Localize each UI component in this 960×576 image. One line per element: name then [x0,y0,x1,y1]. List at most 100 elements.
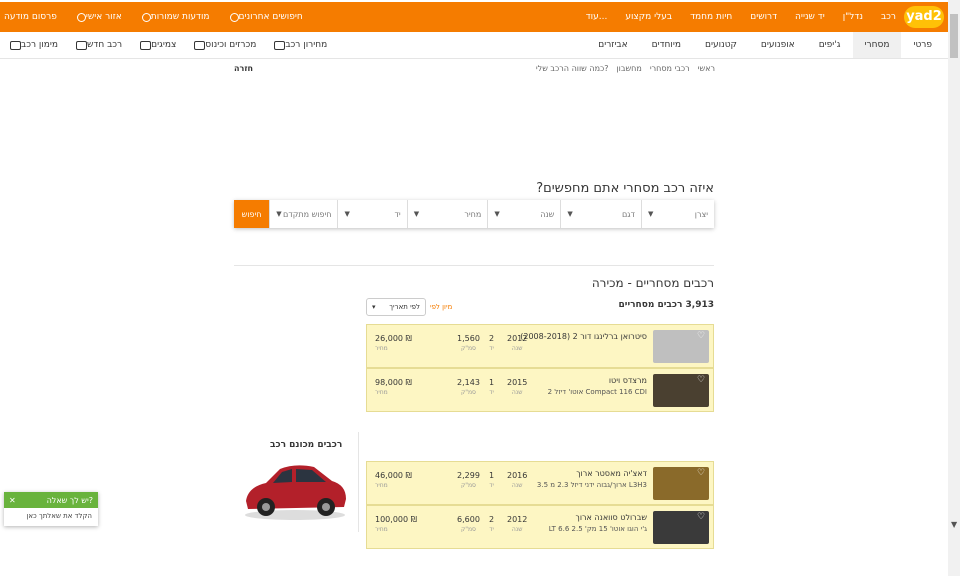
heart-icon[interactable]: ♡ [697,513,706,522]
nav-item-secondhand[interactable]: יד שנייה [795,12,825,22]
year-caption: שנה [511,389,523,396]
km-caption: סמ"ק [460,526,476,533]
nav-item-jobs[interactable]: דרושים [750,12,777,22]
advanced-search-select[interactable]: חיפוש מתקדם ▼ [269,200,337,228]
list-item[interactable]: ♡ דאצ'יה מאסטר ארוך L3H3 ארוך/גבוה ידני … [366,461,714,505]
nav-item-more[interactable]: עוד... [586,12,608,22]
list-item[interactable]: ♡ מרצדס ויטו Compact 116 CDI אוטו' דיזל … [366,368,714,412]
list-item[interactable]: ♡ סיטרואן ברלינגו דור 2 (2008-2018) 2012… [366,324,714,368]
scroll-down-icon[interactable]: ▼ [951,520,957,529]
financing-link[interactable]: מימון רכב [6,40,58,50]
year-caption: שנה [511,345,523,352]
nav-item-professionals[interactable]: בעלי מקצוע [625,12,672,22]
tab-motorcycles[interactable]: אופנועים [749,32,807,58]
saved-ads-button[interactable]: מודעות שמורות [138,12,210,22]
price-col: 98,000 ₪ מחיר [375,378,412,396]
auctions-link[interactable]: מכרזים וכינוס [190,40,256,50]
tab-scooters[interactable]: קטנועים [693,32,749,58]
hand-value: 2 [489,334,495,343]
chat-header-label: יש לך שאלה? [46,495,93,505]
chevron-down-icon: ▼ [567,210,573,218]
km-col: 6,600 סמ"ק [457,515,480,533]
breadcrumb-calculator[interactable]: מחשבון [617,64,642,73]
vehicle-title: מרצדס ויטו [608,376,647,385]
category-subnav: פרטי מסחרי ג'יפים אופנועים קטנועים מיוחד… [0,32,948,59]
year-caption: שנה [511,482,523,489]
year-select[interactable]: שנה ▼ [487,200,560,228]
sort-label: מיון לפי [430,303,453,311]
nav-item-vehicles[interactable]: רכב [881,12,896,22]
chevron-down-icon: ▼ [494,210,500,218]
search-title: איזה רכב מסחרי אתם מחפשים? [536,181,714,196]
pricelist-label: מחירון רכב [285,40,328,50]
featured-car-image[interactable] [240,455,350,523]
hand-caption: יד [489,526,494,533]
tab-accessories[interactable]: אביזרים [586,32,639,58]
hand-col: 2 יד [489,515,494,533]
manufacturer-label: יצרן [694,209,708,219]
search-box: יצרן ▼ דגם ▼ שנה ▼ מחיר ▼ יד ▼ חיפוש מתקדם ▼ ח… [233,200,714,228]
tab-special[interactable]: מיוחדים [640,32,693,58]
price-caption: מחיר [375,345,388,352]
nav-item-pets[interactable]: חיות מחמד [690,12,732,22]
breadcrumb-home[interactable]: ראשי [698,64,715,73]
hand-col: 1 יד [489,471,494,489]
tires-link[interactable]: צמיגים [136,40,176,50]
tab-jeeps[interactable]: ג'יפים [807,32,853,58]
scrollbar-thumb[interactable] [950,14,958,58]
chat-input[interactable]: הקלד את שאלתך כאן [4,508,98,524]
km-caption: סמ"ק [460,345,476,352]
breadcrumb-commercial[interactable]: רכבי מסחרי [650,64,690,73]
search-button[interactable]: חיפוש [233,200,270,228]
tab-commercial[interactable]: מסחרי [852,32,902,58]
price-col: 46,000 ₪ מחיר [375,471,412,489]
year-col: 2012 שנה [507,515,527,533]
nav-item-realestate[interactable]: נדל"ן [843,12,863,22]
sort-select[interactable]: לפי תאריך ▾ [366,298,426,316]
hand-select[interactable]: יד ▼ [337,200,406,228]
vehicle-tools: מימון רכב רכב חדש צמיגים מכרזים וכינוס מ… [6,32,341,58]
hand-value: 1 [489,378,495,387]
manufacturer-select[interactable]: יצרן ▼ [640,200,714,228]
list-item[interactable]: ♡ שברולט סוואנה ארוך ג'י הוגו אוטו' 15 מ… [366,505,714,549]
car-icon [76,40,88,50]
sort-value: לפי תאריך [389,303,420,311]
hand-value: 2 [489,515,495,524]
km-value: 2,299 [457,471,480,480]
advanced-search-label: חיפוש מתקדם [283,209,332,219]
heart-icon[interactable]: ♡ [697,332,706,341]
breadcrumb: ראשי רכבי מסחרי מחשבון כמה שווה הרכב שלי… [505,64,715,73]
model-select[interactable]: דגם ▼ [560,200,641,228]
hand-caption: יד [489,389,494,396]
chat-header[interactable]: יש לך שאלה? ✕ [4,492,98,508]
vehicle-subtitle: Compact 116 CDI אוטו' דיזל 2 [547,388,647,396]
post-ad-button[interactable]: פרסום מודעה [4,12,57,22]
pricelist-icon [274,40,286,50]
auctions-label: מכרזים וכינוס [205,40,257,50]
vehicle-subtitle: L3H3 ארוך/גבוה ידני דיזל 2.3 מ 3.5 [536,481,647,489]
new-car-link[interactable]: רכב חדש [72,40,122,50]
close-icon[interactable]: ✕ [9,496,16,505]
price-select[interactable]: מחיר ▼ [406,200,488,228]
tab-private[interactable]: פרטי [901,32,944,58]
price-caption: מחיר [375,482,388,489]
breadcrumb-value[interactable]: כמה שווה הרכב שלי? [536,64,609,73]
km-value: 1,560 [457,334,480,343]
personal-area-button[interactable]: אזור אישי [73,12,122,22]
year-caption: שנה [511,526,523,533]
price-value: 46,000 ₪ [375,471,412,480]
heart-icon[interactable]: ♡ [697,469,706,478]
recent-searches-button[interactable]: חיפושים אחרונים [226,12,303,22]
back-link[interactable]: חזרה [234,64,253,73]
pricelist-link[interactable]: מחירון רכב [270,40,327,50]
heart-icon[interactable]: ♡ [697,376,706,385]
chat-widget[interactable]: יש לך שאלה? ✕ הקלד את שאלתך כאן [4,492,98,526]
gavel-icon [194,40,206,50]
yad2-logo[interactable]: yad2 [904,6,944,28]
chevron-down-icon: ▼ [344,210,350,218]
km-caption: סמ"ק [460,482,476,489]
price-col: 100,000 ₪ מחיר [375,515,417,533]
hand-caption: יד [489,345,494,352]
page-scrollbar[interactable]: ▼ [948,0,960,576]
price-caption: מחיר [375,526,388,533]
